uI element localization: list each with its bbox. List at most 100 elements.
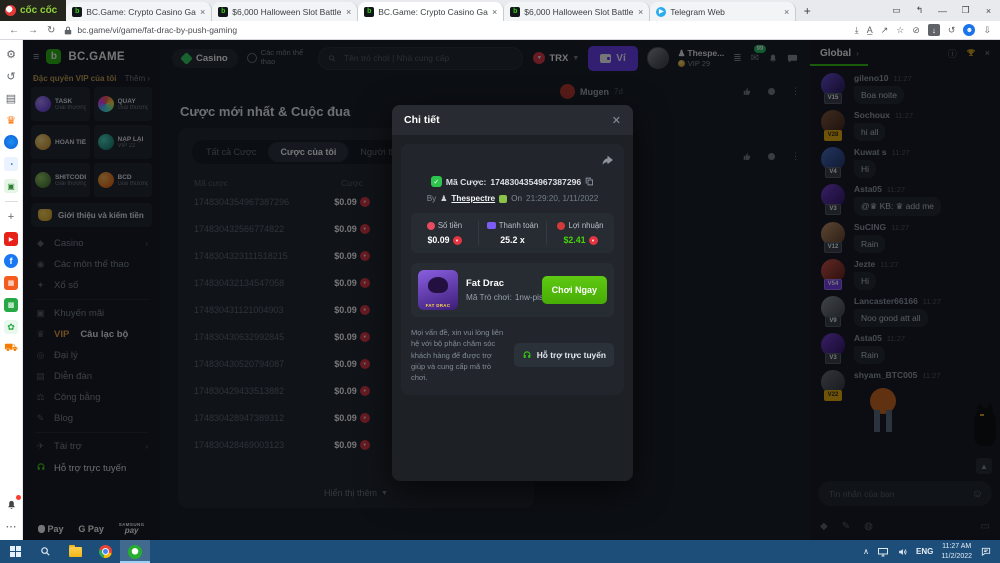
tab-title: BC.Game: Crypto Casino Gan — [378, 7, 488, 17]
chrome-button[interactable] — [90, 540, 120, 563]
settings-gear-icon[interactable]: ⚙ — [4, 47, 18, 61]
tab-close-icon[interactable]: × — [200, 7, 205, 17]
hot-trends-crown-icon[interactable]: ♛ — [4, 113, 18, 127]
pop-out-icon[interactable]: ↰ — [908, 5, 931, 16]
youtube-icon[interactable]: ▶ — [4, 232, 18, 246]
window-controls: ▭ ↰ — ❐ × — [885, 0, 1000, 21]
facebook-icon[interactable]: f — [4, 254, 18, 268]
sidebar-more-icon[interactable]: ⋯ — [4, 519, 18, 533]
shopping-app-icon[interactable]: ▦ — [4, 276, 18, 290]
browser-toolbar: ← → ↻ bc.game/vi/game/fat-drac-by-push-g… — [0, 21, 1000, 40]
sync-icon[interactable]: ↺ — [948, 25, 956, 36]
bet-details-modal: Chi tiết ✕ ✓ Mã Cược: 174830435496738729… — [392, 105, 633, 481]
notification-bell-icon[interactable] — [4, 497, 18, 511]
adblock-shield-icon[interactable]: ⊘ — [912, 25, 920, 36]
bet-id-value: 1748304354967387296 — [490, 177, 581, 187]
tab-close-icon[interactable]: × — [784, 7, 789, 17]
verified-check-icon: ✓ — [431, 176, 442, 187]
coccoc-button-active[interactable] — [120, 540, 150, 563]
url-text: bc.game/vi/game/fat-drac-by-push-gaming — [77, 25, 237, 35]
cart-app-icon[interactable]: ⛟ — [4, 342, 18, 356]
bet-owner-link[interactable]: Thespectre — [451, 194, 495, 203]
windows-logo-icon — [10, 546, 21, 557]
taskbar-clock[interactable]: 11:27 AM 11/2/2022 — [941, 542, 972, 560]
tray-expand-icon[interactable]: ∧ — [863, 547, 869, 556]
coccoc-mascot-icon — [5, 5, 16, 16]
action-center-icon[interactable] — [980, 546, 992, 557]
messenger-icon[interactable] — [4, 135, 18, 149]
tab-title: $6,000 Halloween Slot Battle — [524, 7, 634, 17]
bcgame-favicon: b — [364, 7, 374, 17]
tab-title: $6,000 Halloween Slot Battle — [232, 7, 342, 17]
add-shortcut-icon[interactable]: + — [4, 210, 18, 224]
browser-profile-icon[interactable]: ☻ — [963, 24, 975, 36]
screen: cốc cốc b BC.Game: Crypto Casino Gan × b… — [0, 0, 1000, 563]
modal-body: ✓ Mã Cược: 1748304354967387296 By ♟ Thes… — [401, 144, 624, 395]
taskbar-tray: ∧ ENG 11:27 AM 11/2/2022 — [855, 540, 1000, 563]
share-icon[interactable]: ↗ — [881, 25, 889, 36]
browser-tab-3-active[interactable]: b BC.Game: Crypto Casino Gan × — [358, 2, 504, 21]
browser-tab-2[interactable]: b $6,000 Halloween Slot Battle × — [212, 2, 358, 21]
stat-payout: Thanh toán 25.2 x — [478, 221, 546, 245]
game-thumbnail[interactable]: FAT DRAC — [418, 270, 458, 310]
toolbar-actions: ⤓ A̲ ↗ ☆ ⊘ ↓ ↺ ☻ ⇩ — [855, 24, 991, 36]
tab-close-icon[interactable]: × — [492, 7, 497, 17]
payout-icon — [487, 222, 496, 229]
profit-icon — [557, 222, 565, 230]
promo-app-icon[interactable]: ✿ — [4, 320, 18, 334]
taskbar-search-button[interactable] — [30, 540, 60, 563]
games-icon[interactable]: ▣ — [4, 179, 18, 193]
telegram-favicon: ▶ — [656, 7, 666, 17]
volume-icon[interactable] — [897, 547, 908, 557]
windows-taskbar: ∧ ENG 11:27 AM 11/2/2022 — [0, 540, 1000, 563]
share-arrow-icon[interactable] — [601, 154, 614, 167]
new-tab-button[interactable]: + — [796, 4, 818, 21]
file-explorer-button[interactable] — [60, 540, 90, 563]
weather-app-icon[interactable]: ◔ — [4, 157, 18, 171]
user-emote-badge — [499, 195, 507, 203]
address-bar[interactable]: bc.game/vi/game/fat-drac-by-push-gaming — [64, 25, 845, 35]
support-note: Mọi vấn đề, xin vui lòng liên hệ với bộ … — [411, 327, 506, 383]
sidebar-divider — [5, 201, 18, 202]
browser-sidebar: ⚙ ↺ ▤ ♛ ◔ ▣ + ▶ f ▦ ▩ ✿ ⛟ ⋯ — [0, 40, 23, 540]
game-card: FAT DRAC Fat Drac Mã Trò chơi:1nw-piscv5… — [411, 263, 614, 317]
tab-close-icon[interactable]: × — [346, 7, 351, 17]
close-button[interactable]: × — [977, 6, 1000, 16]
tab-close-icon[interactable]: × — [638, 7, 643, 17]
browser-tab-5[interactable]: ▶ Telegram Web × — [650, 2, 796, 21]
headset-icon — [522, 350, 532, 360]
reload-icon[interactable]: ↻ — [47, 25, 55, 36]
chrome-icon — [99, 545, 112, 558]
bookmark-star-icon[interactable]: ☆ — [896, 25, 904, 36]
copy-icon[interactable] — [585, 177, 594, 186]
gift-app-icon[interactable]: ▩ — [4, 298, 18, 312]
forward-icon[interactable]: → — [28, 25, 38, 36]
save-page-icon[interactable]: ⤓ — [855, 25, 859, 36]
reading-list-icon[interactable]: ▤ — [4, 91, 18, 105]
bcgame-favicon: b — [510, 7, 520, 17]
bcgame-favicon: b — [72, 7, 82, 17]
network-icon[interactable] — [877, 547, 889, 557]
restore-button[interactable]: ❐ — [954, 5, 977, 16]
coccoc-icon — [128, 545, 142, 559]
language-indicator[interactable]: ENG — [916, 547, 933, 556]
play-now-button[interactable]: Chơi Ngay — [542, 276, 607, 304]
history-icon[interactable]: ↺ — [4, 69, 18, 83]
back-icon[interactable]: ← — [9, 25, 19, 36]
translate-icon[interactable]: A̲ — [867, 25, 873, 35]
browser-tab-1[interactable]: b BC.Game: Crypto Casino Gan × — [66, 2, 212, 21]
tab-title: Telegram Web — [670, 7, 780, 17]
download-tray-icon[interactable]: ⇩ — [983, 25, 991, 36]
live-support-button[interactable]: Hỗ trợ trực tuyến — [514, 343, 614, 367]
minimize-button[interactable]: — — [931, 6, 954, 16]
trx-coin-icon: ▼ — [453, 236, 462, 245]
start-button[interactable] — [0, 540, 30, 563]
coccoc-browser-menu[interactable]: cốc cốc — [0, 0, 66, 21]
downloads-icon[interactable]: ↓ — [928, 24, 940, 36]
game-name: Fat Drac — [466, 278, 534, 289]
cast-icon[interactable]: ▭ — [885, 5, 908, 16]
modal-close-icon[interactable]: ✕ — [612, 114, 621, 127]
browser-tab-4[interactable]: b $6,000 Halloween Slot Battle × — [504, 2, 650, 21]
user-rank-icon: ♟ — [440, 194, 447, 203]
notification-dot — [16, 495, 21, 500]
